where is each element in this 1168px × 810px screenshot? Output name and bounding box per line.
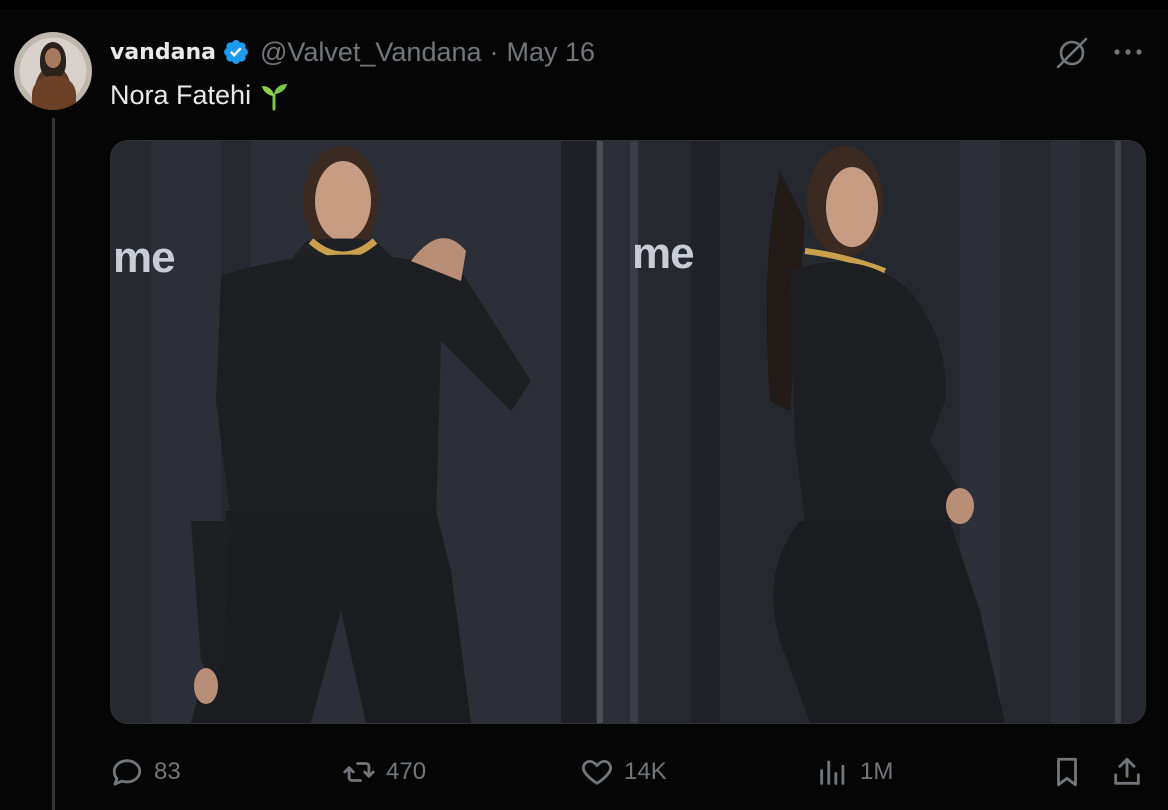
reply-count: 83 xyxy=(154,758,181,785)
tweet-date[interactable]: May 16 xyxy=(507,37,596,68)
seedling-icon xyxy=(262,83,288,110)
media-grid[interactable]: me me xyxy=(110,140,1146,724)
bookmark-icon xyxy=(1057,757,1077,787)
media-photo-2[interactable]: me xyxy=(630,141,1145,723)
repost-count: 470 xyxy=(386,758,427,785)
photo-2-backdrop-text: me xyxy=(632,229,695,278)
tweet-text-content: Nora Fatehi xyxy=(110,80,252,110)
photo-1-illustration xyxy=(111,141,626,723)
thread-line xyxy=(52,118,55,810)
avatar-dress xyxy=(32,76,76,110)
display-name[interactable]: vandana xyxy=(110,40,216,65)
media-photo-1[interactable]: me xyxy=(111,141,626,723)
reply-button[interactable]: 83 xyxy=(110,752,181,792)
grok-icon[interactable] xyxy=(1054,35,1090,71)
views-chart-icon xyxy=(820,760,845,785)
repost-icon xyxy=(343,762,375,782)
like-button[interactable]: 14K xyxy=(580,752,667,792)
share-icon xyxy=(1114,757,1140,785)
tweet-text: Nora Fatehi xyxy=(110,80,289,111)
views-button[interactable]: 1M xyxy=(816,752,893,792)
author-handle[interactable]: @Valvet_Vandana xyxy=(260,37,482,68)
repost-button[interactable]: 470 xyxy=(342,752,426,792)
photo-2-illustration xyxy=(630,141,1145,723)
reply-icon xyxy=(112,759,142,786)
photo-1-backdrop-text: me xyxy=(113,233,176,282)
more-options-icon[interactable] xyxy=(1112,42,1144,62)
top-edge xyxy=(0,0,1168,10)
bookmark-button[interactable] xyxy=(1050,752,1084,792)
separator-dot: · xyxy=(489,36,499,67)
avatar[interactable] xyxy=(14,32,92,110)
heart-icon xyxy=(582,759,612,785)
avatar-face xyxy=(45,48,61,68)
like-count: 14K xyxy=(624,758,667,785)
verified-badge-icon[interactable] xyxy=(222,38,250,66)
share-button[interactable] xyxy=(1110,752,1144,792)
tweet-header: vandana @Valvet_Vandana · May 16 xyxy=(110,34,595,70)
tweet-actions: 83 470 14K 1M xyxy=(110,752,1150,792)
views-count: 1M xyxy=(860,758,894,785)
